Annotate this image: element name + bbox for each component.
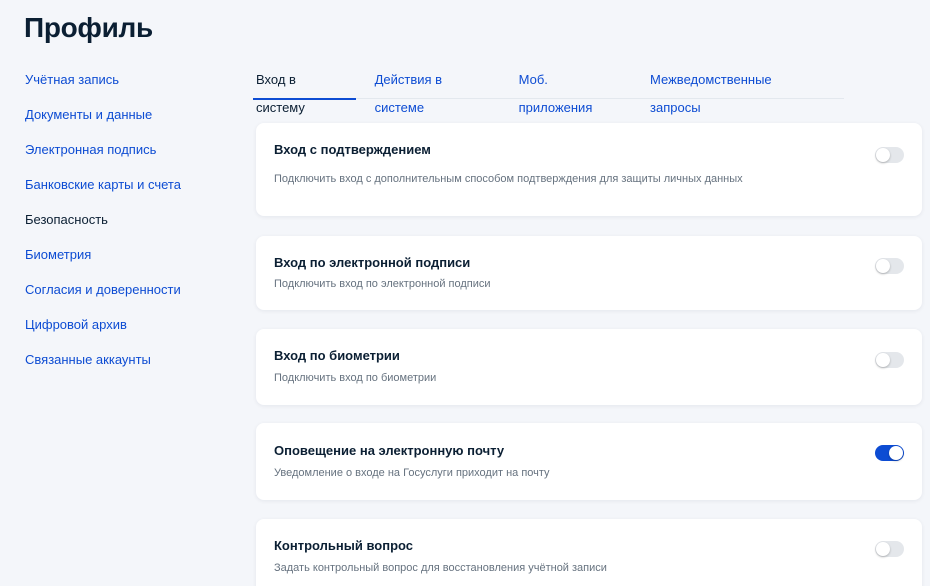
setting-card-e-signature-login: Вход по электронной подписи Подключить в… bbox=[256, 236, 922, 310]
sidebar-item-linked-accounts[interactable]: Связанные аккаунты bbox=[25, 346, 235, 381]
sidebar-item-documents[interactable]: Документы и данные bbox=[25, 101, 235, 136]
tab-login[interactable]: Вход в систему bbox=[253, 66, 356, 115]
setting-description: Подключить вход по биометрии bbox=[274, 372, 437, 384]
setting-title: Вход по биометрии bbox=[274, 348, 400, 363]
setting-card-security-question: Контрольный вопрос Задать контрольный во… bbox=[256, 519, 922, 586]
toggle-switch-security-question[interactable] bbox=[875, 541, 904, 557]
page-title: Профиль bbox=[24, 12, 153, 43]
setting-card-confirmed-login: Вход с подтверждением Подключить вход с … bbox=[256, 123, 922, 216]
setting-title: Контрольный вопрос bbox=[274, 538, 414, 553]
toggle-knob bbox=[876, 148, 890, 162]
toggle-knob bbox=[876, 353, 890, 367]
setting-card-email-notification: Оповещение на электронную почту Уведомле… bbox=[256, 423, 922, 500]
tab-system-actions[interactable]: Действия в системе bbox=[375, 66, 484, 115]
toggle-switch-email-notification[interactable] bbox=[875, 445, 904, 461]
setting-description: Задать контрольный вопрос для восстановл… bbox=[274, 562, 607, 574]
sidebar-item-digital-archive[interactable]: Цифровой архив bbox=[25, 311, 235, 346]
toggle-knob bbox=[876, 259, 890, 273]
sidebar-item-account[interactable]: Учётная запись bbox=[25, 66, 235, 101]
toggle-switch-e-signature-login[interactable] bbox=[875, 258, 904, 274]
tab-interagency-requests[interactable]: Межведомственные запросы bbox=[650, 66, 809, 115]
toggle-switch-confirmed-login[interactable] bbox=[875, 147, 904, 163]
tab-mobile-apps[interactable]: Моб. приложения bbox=[519, 66, 615, 115]
sidebar-item-biometrics[interactable]: Биометрия bbox=[25, 241, 235, 276]
setting-title: Оповещение на электронную почту bbox=[274, 443, 505, 458]
sidebar-item-bank-cards[interactable]: Банковские карты и счета bbox=[25, 171, 235, 206]
toggle-knob bbox=[876, 542, 890, 556]
sidebar-item-consents[interactable]: Согласия и доверенности bbox=[25, 276, 235, 311]
setting-description: Подключить вход по электронной подписи bbox=[274, 278, 491, 290]
sidebar-item-security[interactable]: Безопасность bbox=[25, 206, 235, 241]
toggle-switch-biometric-login[interactable] bbox=[875, 352, 904, 368]
setting-title: Вход с подтверждением bbox=[274, 142, 431, 157]
sidebar-item-e-signature[interactable]: Электронная подпись bbox=[25, 136, 235, 171]
tab-bar: Вход в систему Действия в системе Моб. п… bbox=[253, 66, 844, 115]
setting-card-biometric-login: Вход по биометрии Подключить вход по био… bbox=[256, 329, 922, 405]
setting-title: Вход по электронной подписи bbox=[274, 255, 471, 270]
setting-description: Подключить вход с дополнительным способо… bbox=[274, 173, 743, 185]
setting-description: Уведомление о входе на Госуслуги приходи… bbox=[274, 467, 550, 479]
sidebar-nav: Учётная запись Документы и данные Электр… bbox=[25, 66, 235, 381]
toggle-knob bbox=[889, 446, 903, 460]
